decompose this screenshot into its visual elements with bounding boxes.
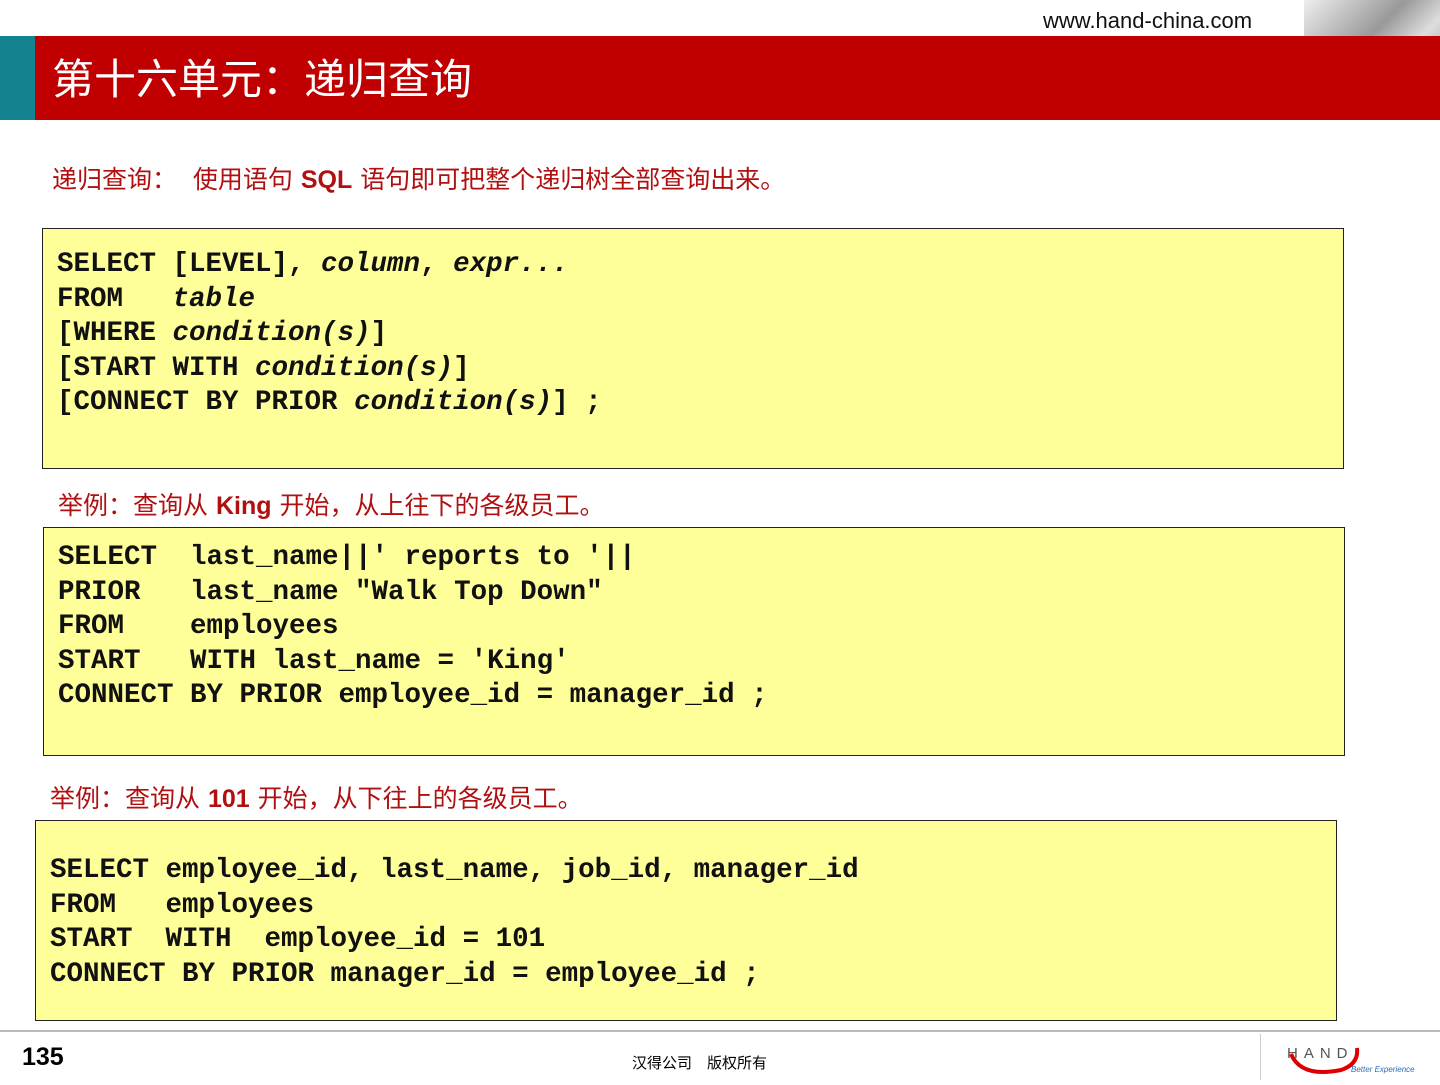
website-url: www.hand-china.com [1043, 8, 1253, 33]
page-number: 135 [22, 1043, 64, 1071]
example1-key: King [215, 492, 272, 520]
example2-caption: 举例：查询从 101 开始，从下往上的各级员工。 [50, 779, 583, 815]
code-text: SELECT last_name||' reports to '|| [58, 542, 636, 573]
code-text: [CONNECT BY PRIOR [57, 387, 355, 418]
code-line: SELECT last_name||' reports to '|| [58, 541, 768, 576]
code-text: , [420, 249, 454, 280]
code-text: START WITH employee_id = 101 [50, 924, 546, 955]
svg-text:Better Experience: Better Experience [1351, 1065, 1415, 1074]
intro-text: 递归查询： 使用语句 SQL 语句即可把整个递归树全部查询出来。 [52, 160, 785, 196]
code-text: START WITH last_name = 'King' [58, 645, 570, 677]
example2-post: 开始，从下往上的各级员工。 [249, 784, 583, 813]
syntax-code: SELECT [LEVEL], column, expr... FROM tabl… [57, 248, 602, 421]
code-line: CONNECT BY PRIOR employee_id = manager_i… [58, 679, 768, 714]
code-placeholder: condition(s) [354, 387, 553, 418]
example1-caption: 举例：查询从 King 开始，从上往下的各级员工。 [58, 486, 604, 522]
example1-pre: 举例：查询从 [58, 491, 216, 520]
code-line: [START WITH condition(s)] [57, 352, 602, 387]
code-line: START WITH last_name = 'King' [58, 645, 768, 680]
svg-text:HAND: HAND [1287, 1045, 1354, 1062]
code-text: [WHERE [57, 318, 173, 349]
code-line: START WITH employee_id = 101 [50, 923, 859, 958]
code-text: FROM employees [50, 889, 315, 921]
code-line: CONNECT BY PRIOR manager_id = employee_i… [50, 958, 859, 993]
code-text: PRIOR last_name "Walk Top Down" [58, 576, 603, 608]
copyright: 汉得公司 版权所有 [632, 1054, 768, 1072]
intro-sql: SQL [300, 166, 353, 194]
code-line: SELECT employee_id, last_name, job_id, m… [50, 854, 859, 889]
code-text: [START WITH [57, 352, 256, 384]
code-text: FROM employees [58, 611, 339, 642]
hand-logo: HAND Better Experience [1260, 1034, 1440, 1080]
code-text: SELECT employee_id, last_name, job_id, m… [50, 855, 859, 886]
code-line: SELECT [LEVEL], column, expr... [57, 248, 602, 283]
code-text: CONNECT BY PRIOR employee_id = manager_i… [58, 680, 768, 711]
header-accent-bar [0, 36, 35, 120]
intro-label: 递归查询： [52, 165, 178, 194]
example2-key: 101 [207, 785, 250, 813]
code-line: PRIOR last_name "Walk Top Down" [58, 576, 768, 611]
code-text: ] [453, 352, 470, 384]
code-text: ] ; [552, 387, 602, 418]
example1-code: SELECT last_name||' reports to '|| PRIOR … [58, 541, 768, 714]
code-placeholder: condition(s) [255, 352, 454, 384]
intro-post: 语句即可把整个递归树全部查询出来。 [352, 165, 786, 194]
footer-divider [0, 1030, 1440, 1032]
example1-post: 开始，从上往下的各级员工。 [271, 491, 605, 520]
hand-logo-graphic: HAND Better Experience [1287, 1045, 1415, 1074]
code-line: FROM table [57, 283, 602, 318]
example2-pre: 举例：查询从 [50, 784, 208, 813]
code-text: CONNECT BY PRIOR manager_id = employee_i… [50, 958, 760, 990]
code-text: ] [370, 318, 388, 349]
code-line: [CONNECT BY PRIOR condition(s)] ; [57, 386, 602, 421]
code-line: FROM employees [58, 610, 768, 645]
code-placeholder: expr... [453, 249, 569, 280]
code-line: [WHERE condition(s)] [57, 317, 602, 352]
code-placeholder: table [172, 283, 256, 315]
code-text: FROM [57, 283, 173, 315]
code-placeholder: condition(s) [172, 318, 371, 349]
code-text: SELECT [LEVEL], [57, 249, 322, 280]
code-placeholder: column [321, 249, 421, 280]
page-title: 第十六单元：递归查询 [52, 56, 473, 103]
code-line: FROM employees [50, 889, 859, 924]
intro-pre: 使用语句 [192, 165, 301, 194]
example2-code: SELECT employee_id, last_name, job_id, m… [50, 854, 859, 992]
